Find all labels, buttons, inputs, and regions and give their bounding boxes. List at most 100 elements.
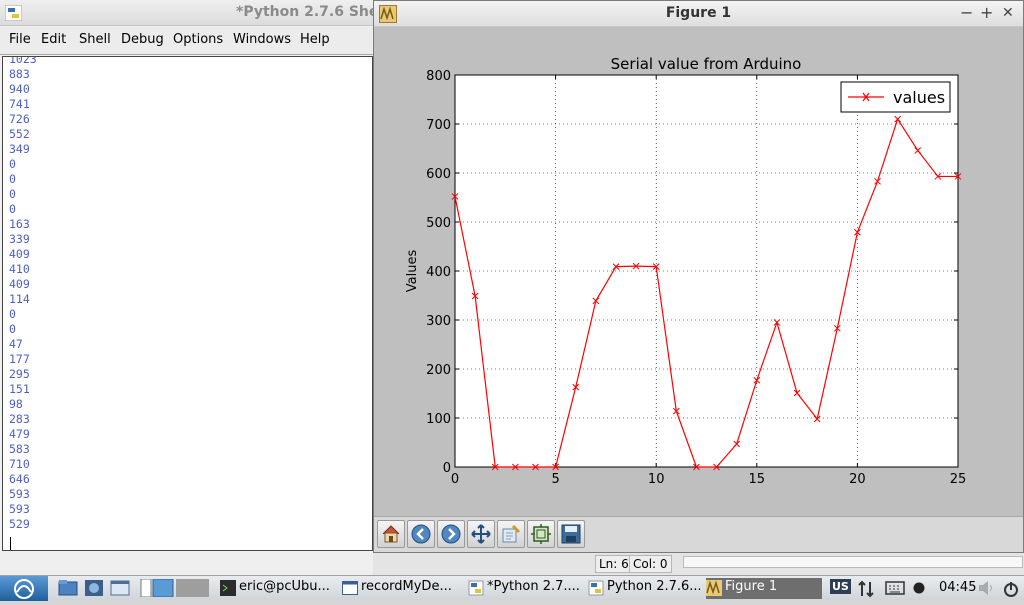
task-terminal[interactable]: eric@pcUbu... (220, 578, 335, 599)
shell-output-line: 726 (9, 112, 30, 126)
y-tick-label: 500 (426, 216, 451, 231)
plot-canvas[interactable]: 0 5 10 15 20 25 0 100 200 300 400 500 600 700 800 Seri… (374, 28, 1023, 516)
keyboard-layout-indicator[interactable]: US (830, 579, 851, 594)
home-button[interactable] (377, 520, 405, 548)
shell-titlebar[interactable]: *Python 2.7.6 She (0, 0, 375, 26)
back-button[interactable] (407, 520, 435, 548)
shell-output-area[interactable]: 1023 883 940 741 726 552 349 0 0 0 0 163 339 409 410 40… (2, 56, 373, 551)
task-label: recordMyDe... (361, 579, 452, 594)
task-figure[interactable]: Figure 1 (706, 578, 822, 599)
chart-title: Serial value from Arduino (611, 55, 802, 73)
shell-output-line: 98 (9, 397, 23, 411)
back-icon (411, 524, 431, 544)
show-desktop-icon[interactable] (110, 579, 130, 597)
text-cursor (10, 537, 11, 550)
power-icon[interactable] (1002, 580, 1020, 598)
taskbar: eric@pcUbu... recordMyDe... *Python 2.7.… (0, 575, 1024, 601)
shell-output-line: 940 (9, 82, 30, 96)
shell-output-line: 0 (9, 172, 16, 186)
menu-help[interactable]: Help (300, 32, 330, 47)
file-manager-icon[interactable] (58, 579, 78, 597)
record-indicator-icon[interactable] (913, 582, 925, 594)
legend: values (840, 81, 951, 113)
menu-windows[interactable]: Windows (233, 32, 291, 47)
figure-window-title: Figure 1 (665, 5, 732, 21)
y-tick-label: 300 (426, 314, 451, 329)
menu-shell[interactable]: Shell (79, 32, 111, 47)
axes-background (454, 74, 959, 468)
menu-debug[interactable]: Debug (121, 32, 164, 47)
shell-output-line: 47 (9, 337, 23, 351)
figure-toolbar (374, 516, 1023, 552)
shell-output-line: 163 (9, 217, 30, 231)
shell-output-line: 295 (9, 367, 30, 381)
pan-icon (471, 524, 491, 544)
matplotlib-icon (706, 580, 722, 596)
shell-output-line: 1023 (9, 56, 37, 66)
figure-window: Figure 1 − + ✕ 0 5 10 15 20 25 0 100 200 300 400 50… (373, 0, 1024, 553)
terminal-icon (220, 580, 236, 596)
save-icon (561, 524, 581, 544)
maximize-button[interactable]: + (980, 3, 993, 22)
minimize-button[interactable]: − (960, 3, 973, 22)
idle-shell-window: *Python 2.7.6 She File Edit Shell Debug … (0, 0, 375, 575)
task-label: Python 2.7.6... (607, 579, 700, 594)
lubuntu-logo-icon (14, 579, 34, 599)
y-tick-label: 400 (426, 265, 451, 280)
python-icon (588, 580, 604, 596)
forward-icon (441, 524, 461, 544)
forward-button[interactable] (437, 520, 465, 548)
y-tick-label: 200 (426, 363, 451, 378)
x-tick-label: 0 (451, 472, 459, 487)
shell-output-line: 583 (9, 442, 30, 456)
legend-label: values (893, 88, 945, 107)
y-tick-label: 0 (443, 461, 451, 476)
subplots-button[interactable] (527, 520, 555, 548)
x-tick-label: 5 (551, 472, 559, 487)
shell-output-line: 0 (9, 157, 16, 171)
workspace-switcher[interactable] (140, 578, 210, 598)
shell-output-line: 593 (9, 502, 30, 516)
save-button[interactable] (557, 520, 585, 548)
subplots-icon (531, 524, 551, 544)
y-tick-label: 800 (426, 69, 451, 84)
shell-output-line: 114 (9, 292, 30, 306)
menu-options[interactable]: Options (173, 32, 223, 47)
shell-window-title: *Python 2.7.6 She (236, 4, 375, 20)
figure-titlebar[interactable]: Figure 1 − + ✕ (374, 1, 1023, 27)
menu-edit[interactable]: Edit (41, 32, 66, 47)
x-tick-label: 20 (849, 472, 866, 487)
task-label: Figure 1 (725, 579, 778, 594)
network-updown-icon[interactable] (857, 580, 875, 598)
pan-button[interactable] (467, 520, 495, 548)
task-label: *Python 2.7.... (487, 579, 580, 594)
shell-status-bar (0, 552, 375, 575)
zoom-button[interactable] (497, 520, 525, 548)
start-menu-button[interactable] (0, 576, 48, 601)
python-icon (468, 580, 484, 596)
shell-output-line: 0 (9, 202, 16, 216)
task-python-shell[interactable]: Python 2.7.6... (588, 578, 700, 599)
shell-menubar: File Edit Shell Debug Options Windows He… (0, 27, 375, 55)
shell-output-line: 409 (9, 247, 30, 261)
task-recordmydesktop[interactable]: recordMyDe... (342, 578, 460, 599)
editor-status-bar: Ln: 6 Col: 0 (373, 553, 1024, 575)
x-tick-label: 25 (950, 472, 967, 487)
shell-output-line: 151 (9, 382, 30, 396)
keyboard-icon[interactable] (885, 580, 905, 596)
close-button[interactable]: ✕ (1002, 5, 1014, 21)
shell-output-line: 529 (9, 517, 30, 531)
task-python-editor[interactable]: *Python 2.7.... (468, 578, 580, 599)
network-icon[interactable] (84, 579, 104, 597)
shell-output-line: 0 (9, 307, 16, 321)
task-label: eric@pcUbu... (239, 579, 330, 594)
shell-output-line: 552 (9, 127, 30, 141)
shell-output-line: 646 (9, 472, 30, 486)
shell-output-line: 177 (9, 352, 30, 366)
window-icon (342, 581, 358, 595)
menu-file[interactable]: File (9, 32, 31, 47)
volume-icon[interactable] (977, 580, 997, 596)
y-tick-label: 600 (426, 167, 451, 182)
shell-output-line: 710 (9, 457, 30, 471)
clock[interactable]: 04:45 (939, 580, 976, 595)
